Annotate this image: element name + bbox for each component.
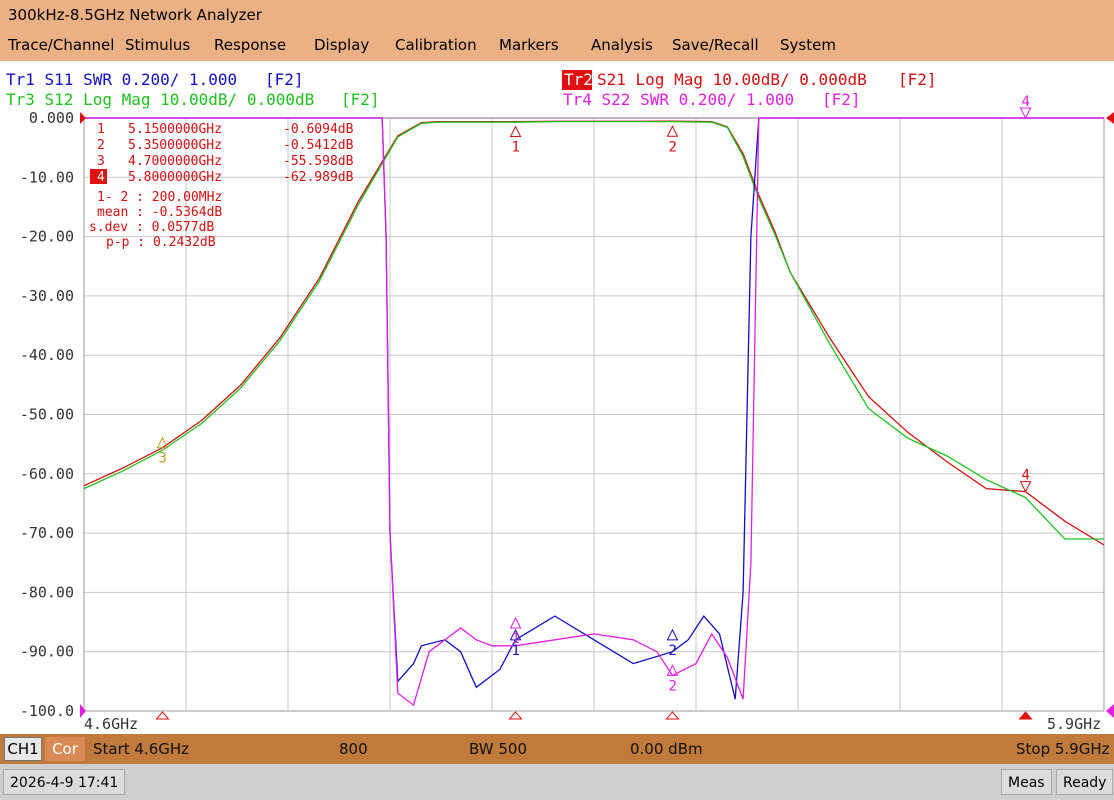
marker-1-s22-label: 1 — [512, 631, 520, 647]
channel-button[interactable]: CH1 — [4, 737, 42, 761]
trace-tag-tr3: [F2] — [341, 90, 380, 109]
menu-save-recall[interactable]: Save/Recall — [672, 31, 759, 59]
y-tick-label: -50.00 — [20, 406, 74, 424]
trace-id-tr2[interactable]: Tr2 — [564, 70, 593, 89]
y-tick-label: -20.00 — [20, 228, 74, 246]
marker-2-s21 — [666, 125, 679, 137]
marker-1-freq: 5.1500000GHz — [128, 122, 222, 137]
x-stop-label: 5.9GHz — [1047, 715, 1101, 733]
y-tick-label: -30.00 — [20, 287, 74, 305]
marker-2-freq: 5.3500000GHz — [128, 138, 222, 153]
menu-response[interactable]: Response — [214, 31, 286, 59]
marker-1-s21-label: 1 — [512, 140, 520, 156]
stats-span: 1- 2 : 200.00MHz — [97, 190, 222, 205]
stimulus-marker-1[interactable] — [155, 711, 170, 720]
datetime: 2026-4-9 17:41 — [3, 769, 126, 795]
grid — [83, 117, 1105, 712]
menu-stimulus[interactable]: Stimulus — [125, 31, 190, 59]
chart-svg[interactable]: Tr1 S11 SWR 0.200/ 1.000 [F2] Tr2 S21 Lo… — [0, 61, 1114, 734]
ref-right-marker — [1106, 112, 1114, 124]
marker-3-freq: 4.7000000GHz — [128, 154, 222, 169]
power-level[interactable]: 0.00 dBm — [630, 734, 703, 764]
y-tick-label: -40.00 — [20, 346, 74, 364]
marker-3-value: -55.598dB — [283, 154, 354, 169]
marker-3-s21-label: 3 — [158, 451, 166, 467]
marker-2-s11-label: 2 — [668, 643, 676, 659]
y-tick-labels: 0.000 -10.00 -20.00 -30.00 -40.00 -50.00 -60.0… — [20, 109, 74, 720]
marker-2-s21-label: 2 — [668, 139, 676, 155]
stimulus-marker-2[interactable] — [508, 711, 523, 720]
stop-frequency[interactable]: Stop 5.9GHz — [1016, 734, 1110, 764]
status-bar: 2026-4-9 17:41 Meas Ready — [0, 764, 1114, 800]
marker-1-s21 — [509, 125, 522, 138]
marker-2-s22-label: 2 — [668, 678, 676, 694]
trace-label-tr4[interactable]: Tr4 S22 SWR 0.200/ 1.000 — [563, 90, 794, 109]
ref-left-marker — [80, 112, 86, 124]
menu-bar: Trace/Channel Stimulus Response Display … — [0, 31, 1114, 61]
menu-trace-channel[interactable]: Trace/Channel — [8, 31, 114, 59]
points-count[interactable]: 800 — [339, 734, 368, 764]
marker-2-value: -0.5412dB — [283, 138, 354, 153]
if-bandwidth[interactable]: BW 500 — [469, 734, 527, 764]
ready-status: Ready — [1056, 769, 1114, 795]
trace-label-tr3[interactable]: Tr3 S12 Log Mag 10.00dB/ 0.000dB — [6, 90, 314, 109]
stats-sdev: s.dev : 0.0577dB — [89, 220, 214, 235]
marker-2-s11 — [666, 628, 679, 641]
marker-1-s22 — [509, 616, 522, 629]
y-tick-label: -60.00 — [20, 465, 74, 483]
channel-bar: CH1 Cor Start 4.6GHz 800 BW 500 0.00 dBm… — [0, 734, 1114, 764]
marker-3-s21 — [156, 436, 169, 449]
x-start-label: 4.6GHz — [84, 715, 138, 733]
plot-area[interactable]: Tr1 S11 SWR 0.200/ 1.000 [F2] Tr2 S21 Lo… — [0, 61, 1114, 734]
y-tick-label: -80.00 — [20, 583, 74, 601]
trace-label-tr2[interactable]: S21 Log Mag 10.00dB/ 0.000dB — [597, 70, 867, 89]
y-tick-label: 0.000 — [29, 109, 74, 127]
trace-tag-tr4: [F2] — [822, 90, 861, 109]
menu-system[interactable]: System — [780, 31, 836, 59]
menu-calibration[interactable]: Calibration — [395, 31, 477, 59]
menu-display[interactable]: Display — [314, 31, 369, 59]
menu-markers[interactable]: Markers — [499, 31, 559, 59]
marker-2-num: 2 — [97, 138, 105, 153]
marker-4-value: -62.989dB — [283, 170, 354, 185]
stimulus-marker-3[interactable] — [665, 711, 680, 720]
y-tick-label: -70.00 — [20, 524, 74, 542]
meas-status[interactable]: Meas — [1001, 769, 1052, 795]
trace-tag-tr1: [F2] — [265, 70, 304, 89]
window-title: 300kHz-8.5GHz Network Analyzer — [0, 0, 1114, 31]
marker-4-top-label: 4 — [1022, 94, 1030, 110]
ref-right-bottom-marker — [1106, 704, 1114, 718]
stats-pp: p-p : 0.2432dB — [106, 235, 216, 250]
correction-indicator[interactable]: Cor — [45, 737, 85, 761]
marker-1-num: 1 — [97, 122, 105, 137]
marker-4-num: 4 — [97, 170, 105, 185]
y-tick-label: -10.00 — [20, 168, 74, 186]
trace-label-tr1[interactable]: Tr1 S11 SWR 0.200/ 1.000 — [6, 70, 237, 89]
trace-tag-tr2: [F2] — [898, 70, 937, 89]
marker-1-value: -0.6094dB — [283, 122, 354, 137]
marker-4-freq: 5.8000000GHz — [128, 170, 222, 185]
start-frequency[interactable]: Start 4.6GHz — [93, 734, 189, 764]
marker-table: 1 5.1500000GHz -0.6094dB 2 5.3500000GHz … — [89, 122, 354, 250]
stats-mean: mean : -0.5364dB — [97, 205, 222, 220]
y-tick-label: -90.00 — [20, 643, 74, 661]
menu-analysis[interactable]: Analysis — [591, 31, 653, 59]
marker-4-s21-label: 4 — [1022, 468, 1030, 484]
stimulus-marker-4[interactable] — [1018, 711, 1033, 720]
y-tick-label: -100.0 — [20, 702, 74, 720]
marker-3-num: 3 — [97, 154, 105, 169]
